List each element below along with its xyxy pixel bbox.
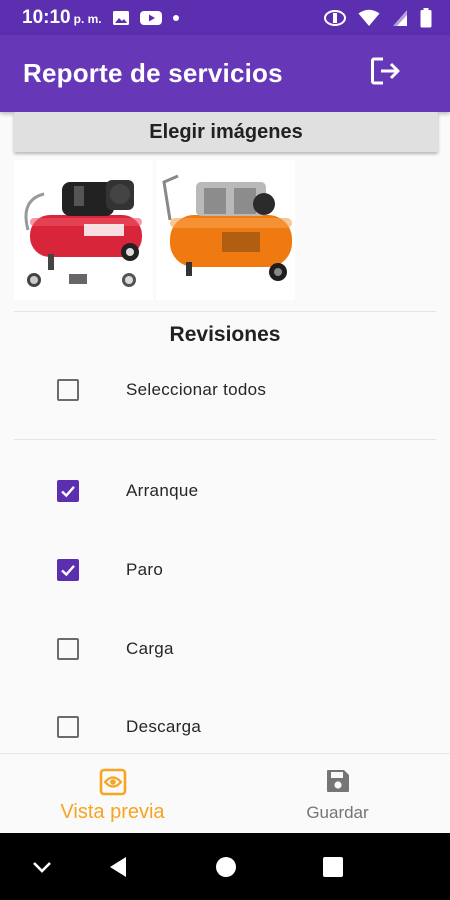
revision-item-label: Carga <box>126 639 174 658</box>
descarga-checkbox[interactable] <box>57 716 79 738</box>
nav-label-preview: Vista previa <box>60 801 165 823</box>
eye-icon <box>99 768 127 801</box>
signal-icon <box>392 9 408 27</box>
nav-item-preview[interactable]: Vista previa <box>0 754 225 834</box>
divider <box>14 439 436 440</box>
nav-label-save: Guardar <box>306 803 369 822</box>
bottom-navigation: Vista previa Guardar <box>0 753 450 834</box>
system-navigation-bar <box>0 833 450 900</box>
carga-checkbox[interactable] <box>57 638 79 660</box>
app-bar: Reporte de servicios <box>0 35 450 112</box>
more-notifications-dot-icon <box>172 14 180 22</box>
wifi-icon <box>358 9 380 27</box>
battery-icon <box>420 7 432 28</box>
red-compressor-image <box>24 180 142 287</box>
save-icon <box>325 768 351 799</box>
status-ampm: p. m. <box>73 11 102 26</box>
revision-item-paro[interactable]: Paro <box>0 550 450 590</box>
revision-item-carga[interactable]: Carga <box>0 629 450 669</box>
status-right <box>324 7 432 28</box>
revisiones-title: Revisiones <box>169 323 281 346</box>
revision-item-arranque[interactable]: Arranque <box>0 471 450 511</box>
image-thumbnail[interactable] <box>14 160 153 300</box>
recents-icon[interactable] <box>313 833 353 900</box>
choose-images-button[interactable]: Elegir imágenes <box>14 112 438 152</box>
checkmark-icon <box>61 565 75 577</box>
youtube-notification-icon <box>139 10 162 26</box>
status-left: 10:10 p. m. <box>22 7 180 29</box>
select-all-label: Seleccionar todos <box>126 380 267 399</box>
arranque-checkbox[interactable] <box>57 480 79 502</box>
divider <box>14 311 436 312</box>
select-all-checkbox[interactable] <box>57 379 79 401</box>
revision-item-label: Arranque <box>126 481 199 500</box>
home-icon[interactable] <box>206 833 246 900</box>
paro-checkbox[interactable] <box>57 559 79 581</box>
image-thumbnails <box>14 160 295 300</box>
app-title: Reporte de servicios <box>23 58 283 88</box>
revision-item-descarga[interactable]: Descarga <box>0 707 450 747</box>
select-all-row[interactable]: Seleccionar todos <box>0 370 450 410</box>
revision-item-label: Paro <box>126 560 164 579</box>
checkmark-icon <box>61 486 75 498</box>
chevron-down-icon[interactable] <box>22 833 62 900</box>
image-thumbnail[interactable] <box>156 160 295 300</box>
nav-item-save[interactable]: Guardar <box>225 754 450 834</box>
orange-compressor-image <box>162 174 292 281</box>
back-icon[interactable] <box>100 833 136 900</box>
data-saver-icon <box>324 9 346 27</box>
gallery-notification-icon <box>112 10 130 26</box>
status-time-value: 10:10 <box>22 6 71 28</box>
revision-item-label: Descarga <box>126 717 202 736</box>
logout-icon[interactable] <box>370 56 402 91</box>
status-time: 10:10 p. m. <box>22 7 102 29</box>
status-bar: 10:10 p. m. <box>0 0 450 35</box>
